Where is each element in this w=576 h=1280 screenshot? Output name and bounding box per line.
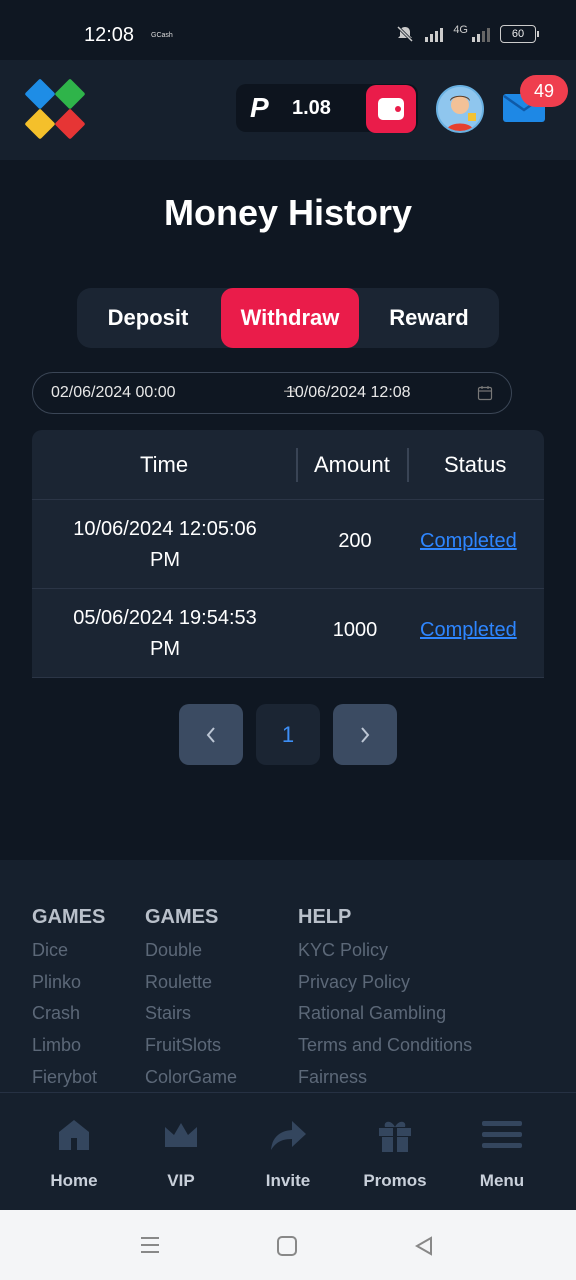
nav-vip[interactable]: VIP [131, 1093, 231, 1211]
nav-label: Home [50, 1171, 98, 1190]
menu-icon [482, 1121, 522, 1148]
nav-home[interactable]: Home [24, 1093, 124, 1211]
gift-icon [379, 1121, 411, 1152]
signal-icon [425, 26, 444, 42]
row-time: 05/06/2024 19:54:53 PM [42, 603, 288, 665]
header-amount: Amount [314, 452, 390, 477]
chevron-right-icon [361, 726, 370, 743]
footer-link[interactable]: Roulette [145, 971, 237, 1003]
avatar[interactable] [436, 85, 484, 133]
prev-page-button[interactable] [179, 704, 243, 765]
tab-reward[interactable]: Reward [359, 288, 499, 348]
back-icon[interactable] [413, 1235, 435, 1257]
header-status: Status [444, 452, 507, 477]
footer-link[interactable]: Fairness [298, 1066, 472, 1092]
footer-link[interactable]: Dice [32, 939, 105, 971]
row-amount: 1000 [332, 619, 378, 641]
tab-deposit[interactable]: Deposit [77, 288, 219, 348]
header-divider [296, 448, 298, 482]
network-type: 4G [453, 24, 468, 36]
nav-menu[interactable]: Menu [452, 1093, 552, 1211]
footer-heading: HELP [298, 906, 352, 928]
row-time-line2: PM [150, 638, 180, 660]
footer-link[interactable]: Crash [32, 1002, 105, 1034]
row-time: 10/06/2024 12:05:06 PM [42, 514, 288, 576]
row-time-line2: PM [150, 549, 180, 571]
date-start[interactable]: 02/06/2024 00:00 [51, 384, 176, 402]
nav-label: Promos [363, 1171, 427, 1190]
row-time-line1: 05/06/2024 19:54:53 [73, 607, 257, 629]
nav-label: VIP [167, 1171, 195, 1190]
mute-bell-icon [397, 25, 414, 43]
page-title: Money History [163, 192, 413, 233]
status-time: 12:08 [84, 24, 135, 46]
status-bar: 12:08 GCash 4G 60 [0, 0, 576, 60]
footer-column-games: GAMES Dice Plinko Crash Limbo Fierybot [32, 906, 105, 1092]
nav-label: Menu [479, 1171, 525, 1190]
footer-link[interactable]: Rational Gambling [298, 1002, 472, 1034]
footer-link[interactable]: KYC Policy [298, 939, 472, 971]
table-header: Time Amount Status [32, 430, 544, 500]
date-range-picker[interactable]: 02/06/2024 00:00 ⇀ 10/06/2024 12:08 [32, 372, 512, 414]
crown-icon [165, 1123, 197, 1147]
row-amount: 200 [338, 530, 372, 552]
calendar-icon [477, 386, 493, 401]
table-row: 10/06/2024 12:05:06 PM 200 Completed [32, 500, 544, 589]
footer-column-help: HELP KYC Policy Privacy Policy Rational … [298, 906, 472, 1092]
status-app-name: GCash [151, 32, 173, 39]
home-icon [59, 1120, 89, 1150]
nav-label: Invite [265, 1171, 311, 1190]
recent-apps-icon[interactable] [139, 1235, 161, 1255]
footer-link[interactable]: Limbo [32, 1034, 105, 1066]
footer-link[interactable]: FruitSlots [145, 1034, 237, 1066]
footer-link[interactable]: Stairs [145, 1002, 237, 1034]
avatar-icon [438, 87, 482, 131]
app-header: P 1.08 [0, 60, 576, 160]
home-button-icon[interactable] [276, 1235, 298, 1257]
chevron-left-icon [206, 726, 215, 743]
system-nav-bar [0, 1210, 576, 1280]
nav-invite[interactable]: Invite [238, 1093, 338, 1211]
footer-link[interactable]: Privacy Policy [298, 971, 472, 1003]
history-table: Time Amount Status 10/06/2024 12:05:06 P… [32, 430, 544, 678]
row-status-link[interactable]: Completed [420, 530, 517, 553]
signal-icon-2 [472, 26, 490, 42]
status-icons: 4G 60 [395, 24, 539, 44]
battery-icon: 60 [500, 25, 539, 43]
footer-link[interactable]: Double [145, 939, 237, 971]
balance-amount: 1.08 [292, 97, 331, 119]
share-arrow-icon [271, 1121, 306, 1150]
bottom-nav: Home VIP Invite Promos Menu [0, 1092, 576, 1210]
nav-promos[interactable]: Promos [345, 1093, 445, 1211]
brand-logo[interactable] [24, 78, 86, 140]
row-time-line1: 10/06/2024 12:05:06 [73, 518, 257, 540]
page-number-button[interactable]: 1 [256, 704, 320, 765]
wallet-button[interactable] [366, 85, 416, 133]
table-row: 05/06/2024 19:54:53 PM 1000 Completed [32, 589, 544, 678]
header-divider [407, 448, 409, 482]
footer-link[interactable]: ColorGame [145, 1066, 237, 1092]
peso-icon: P [250, 92, 269, 123]
wallet-icon [378, 98, 404, 120]
history-tabs: Deposit Withdraw Reward [77, 288, 499, 348]
footer-link[interactable]: Plinko [32, 971, 105, 1003]
footer-link[interactable]: Fierybot [32, 1066, 105, 1092]
footer-column-games-2: GAMES Double Roulette Stairs FruitSlots … [145, 906, 237, 1092]
footer-heading: GAMES [32, 906, 106, 928]
next-page-button[interactable] [333, 704, 397, 765]
battery-level: 60 [511, 28, 525, 40]
footer-link[interactable]: Terms and Conditions [298, 1034, 472, 1066]
date-end[interactable]: 10/06/2024 12:08 [286, 384, 411, 402]
notification-badge: 49 [520, 75, 568, 107]
footer-heading: GAMES [145, 906, 219, 928]
tab-withdraw[interactable]: Withdraw [221, 288, 359, 348]
site-footer: GAMES Dice Plinko Crash Limbo Fierybot G… [0, 860, 576, 1092]
row-status-link[interactable]: Completed [420, 619, 517, 642]
header-time: Time [140, 452, 189, 477]
